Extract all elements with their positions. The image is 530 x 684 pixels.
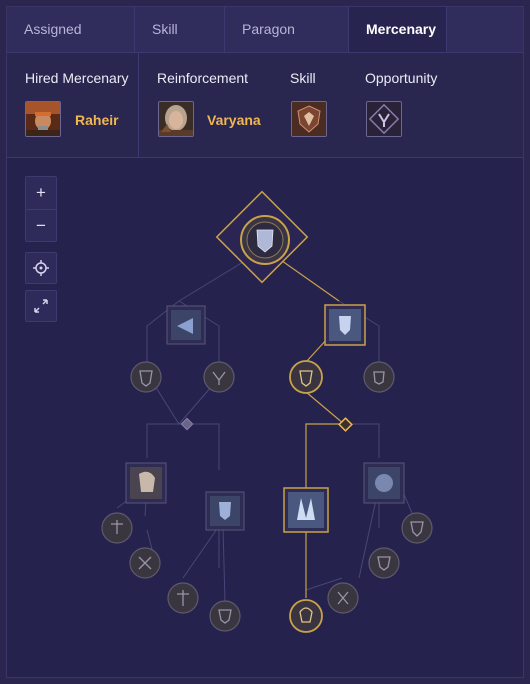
opportunity-slot[interactable] [366, 101, 402, 137]
skill-shield-icon [292, 102, 326, 136]
active-passive-node-1[interactable] [289, 360, 323, 394]
inactive-connections [116, 255, 413, 604]
skill-tree-graph [101, 190, 433, 633]
skill-node-left-top[interactable] [166, 305, 206, 345]
reinforcement-name: Varyana [207, 112, 261, 128]
tab-paragon-board[interactable]: Paragon Board [225, 7, 349, 82]
opportunity-title: Opportunity [365, 70, 438, 86]
skill-tree-canvas[interactable]: + − [7, 158, 523, 677]
raheir-portrait[interactable] [25, 101, 61, 137]
opportunity-sigil-icon [367, 102, 401, 136]
skill-node-right-mid[interactable] [363, 462, 405, 504]
skill-node-left-mid[interactable] [125, 462, 167, 504]
tab-skill-tree[interactable]: Skill Tree [135, 7, 225, 82]
divider [138, 53, 139, 157]
tab-assigned-skills[interactable]: Assigned Skills [7, 7, 135, 82]
tab-mercenary[interactable]: Mercenary [349, 7, 447, 52]
hired-mercenary-name: Raheir [75, 112, 119, 128]
skill-node-center-mid[interactable] [205, 491, 245, 531]
varyana-portrait[interactable] [158, 101, 194, 137]
tab-bar: Assigned Skills Skill Tree Paragon Board… [7, 7, 523, 82]
hired-mercenary-title: Hired Mercenary [25, 70, 129, 86]
junction-right-active [338, 417, 353, 432]
reinforcement-title: Reinforcement [157, 70, 249, 86]
active-passive-node-2[interactable] [289, 599, 323, 633]
raheir-avatar-icon [26, 102, 60, 136]
skill-node-right-top[interactable] [324, 304, 366, 346]
skill-node-center-active[interactable] [283, 487, 329, 533]
varyana-avatar-icon [159, 102, 193, 136]
skill-slot[interactable] [291, 101, 327, 137]
mercenary-info-bar: Hired Mercenary Raheir Reinforcement Var [7, 53, 523, 158]
skill-title: Skill [290, 70, 316, 86]
mercenary-panel: Assigned Skills Skill Tree Paragon Board… [6, 6, 524, 678]
